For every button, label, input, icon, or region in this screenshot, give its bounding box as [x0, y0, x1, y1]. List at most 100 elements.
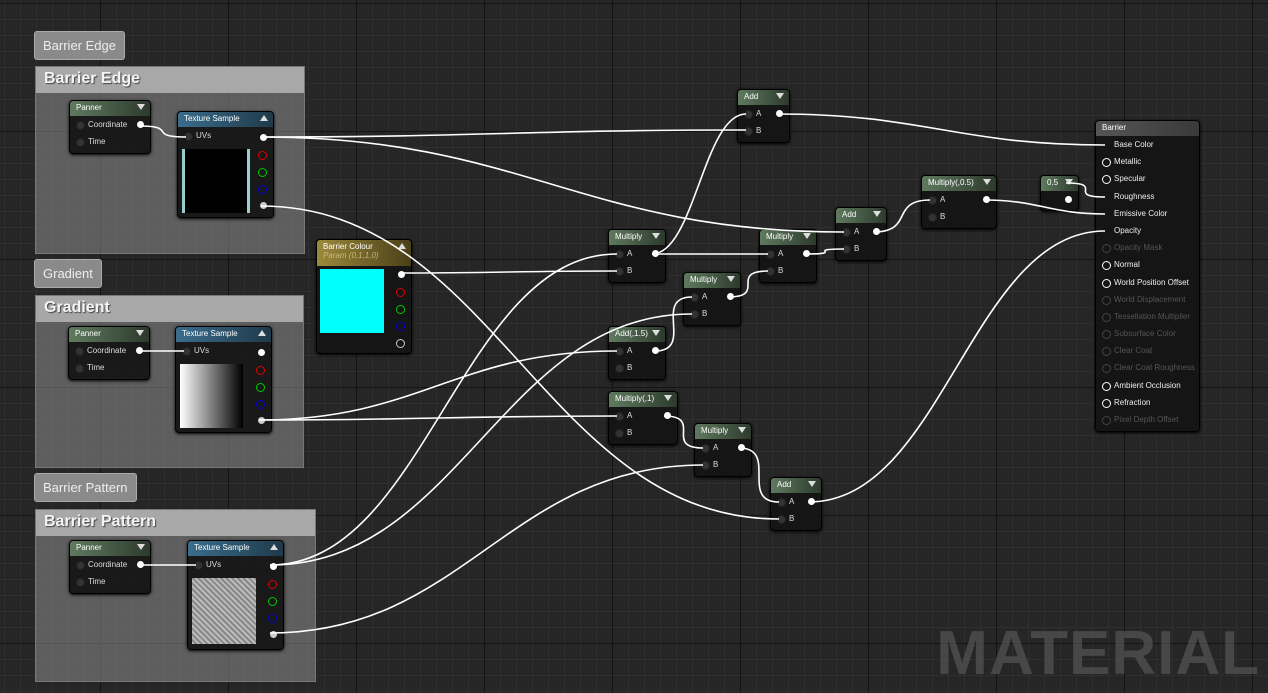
collapse-icon[interactable] [652, 330, 660, 336]
input-pin-b[interactable] [615, 267, 624, 276]
output-pin[interactable] [256, 400, 265, 409]
comment-bubble-gradient[interactable]: Gradient [34, 259, 102, 288]
wire[interactable] [260, 129, 747, 138]
collapse-icon[interactable] [1065, 179, 1073, 185]
material-input[interactable]: Roughness [1096, 188, 1199, 205]
input-pin-a[interactable] [615, 347, 624, 356]
material-input[interactable]: Refraction [1096, 394, 1199, 411]
collapse-icon[interactable] [727, 276, 735, 282]
input-pin-b[interactable] [615, 364, 624, 373]
output-pin[interactable] [652, 347, 659, 354]
input-pin-a[interactable] [766, 250, 775, 259]
collapse-icon[interactable] [258, 330, 266, 336]
output-pin[interactable] [258, 185, 267, 194]
multiply-node[interactable]: Multiply A B [683, 272, 741, 326]
collapse-icon[interactable] [652, 233, 660, 239]
wire[interactable] [260, 136, 845, 233]
input-pin-a[interactable] [615, 412, 624, 421]
collapse-icon[interactable] [983, 179, 991, 185]
material-input[interactable]: Pixel Depth Offset [1096, 411, 1199, 428]
output-pin[interactable] [396, 288, 405, 297]
output-pin[interactable] [738, 444, 745, 451]
output-pin[interactable] [258, 151, 267, 160]
collapse-icon[interactable] [738, 427, 746, 433]
collapse-icon[interactable] [270, 544, 278, 550]
output-pin[interactable] [803, 250, 810, 257]
material-input[interactable]: World Displacement [1096, 291, 1199, 308]
output-pin[interactable] [260, 202, 267, 209]
comment-bubble-barrier-edge[interactable]: Barrier Edge [34, 31, 125, 60]
multiply-node[interactable]: Multiply A B [608, 229, 666, 283]
input-pin-a[interactable] [744, 110, 753, 119]
input-pin-a[interactable] [690, 293, 699, 302]
output-pin[interactable] [664, 412, 671, 419]
material-input[interactable]: Metallic [1096, 153, 1199, 170]
barrier-colour-param-node[interactable]: Barrier Colour Param (0,1,1,0) [316, 239, 412, 354]
output-pin[interactable] [776, 110, 783, 117]
material-input[interactable]: Clear Coat Roughness [1096, 359, 1199, 376]
output-pin[interactable] [268, 614, 277, 623]
collapse-icon[interactable] [664, 395, 672, 401]
constant-node[interactable]: 0.5 [1040, 175, 1079, 211]
input-pin-a[interactable] [842, 228, 851, 237]
material-result-node[interactable]: Barrier Base Color Metallic Specular Roughn… [1095, 120, 1200, 432]
output-pin[interactable] [268, 597, 277, 606]
texture-sample-node[interactable]: Texture Sample UVs [175, 326, 272, 433]
input-pin-b[interactable] [744, 127, 753, 136]
wire[interactable] [776, 113, 1106, 146]
input-pin-b[interactable] [766, 267, 775, 276]
collapse-icon[interactable] [808, 481, 816, 487]
output-pin[interactable] [652, 250, 659, 257]
input-pin-b[interactable] [701, 461, 710, 470]
material-input[interactable]: World Position Offset [1096, 274, 1199, 291]
material-input[interactable]: Opacity [1096, 222, 1199, 239]
collapse-icon[interactable] [260, 115, 268, 121]
material-input[interactable]: Ambient Occlusion [1096, 377, 1199, 394]
collapse-icon[interactable] [873, 211, 881, 217]
comment-bubble-barrier-pattern[interactable]: Barrier Pattern [34, 473, 137, 502]
material-input[interactable]: Subsurface Color [1096, 325, 1199, 342]
output-pin[interactable] [727, 293, 734, 300]
material-input[interactable]: Specular [1096, 170, 1199, 187]
texture-sample-node[interactable]: Texture Sample UVs [187, 540, 284, 650]
collapse-icon[interactable] [136, 330, 144, 336]
mul05-node[interactable]: Multiply(,0.5) A B [921, 175, 997, 229]
collapse-icon[interactable] [398, 243, 406, 249]
material-input[interactable]: Emissive Color [1096, 205, 1199, 222]
output-pin[interactable] [396, 339, 405, 348]
panner-node[interactable]: Panner Coordinate Time [69, 540, 151, 594]
output-pin[interactable] [270, 631, 277, 638]
wire[interactable] [398, 270, 618, 274]
add-node[interactable]: Add A B [770, 477, 822, 531]
input-pin-b[interactable] [777, 515, 786, 524]
input-pin-b[interactable] [928, 213, 937, 222]
input-pin-a[interactable] [615, 250, 624, 259]
multiply-node[interactable]: Multiply A B [759, 229, 817, 283]
add-node[interactable]: Add A B [737, 89, 790, 143]
input-pin-a[interactable] [777, 498, 786, 507]
panner-node[interactable]: Panner Coordinate Time [69, 100, 151, 154]
output-pin[interactable] [268, 580, 277, 589]
multiply-node[interactable]: Multiply A B [694, 423, 752, 477]
output-pin[interactable] [808, 498, 815, 505]
output-pin[interactable] [873, 228, 880, 235]
output-pin[interactable] [396, 305, 405, 314]
wire[interactable] [258, 415, 618, 421]
texture-sample-node[interactable]: Texture Sample UVs [177, 111, 274, 218]
wire[interactable] [651, 113, 747, 255]
mul1-node[interactable]: Multiply(,1) A B [608, 391, 678, 445]
input-pin-a[interactable] [928, 196, 937, 205]
output-pin[interactable] [256, 366, 265, 375]
collapse-icon[interactable] [803, 233, 811, 239]
collapse-icon[interactable] [776, 93, 784, 99]
output-pin[interactable] [398, 271, 405, 278]
output-pin[interactable] [258, 349, 265, 356]
input-pin-b[interactable] [615, 429, 624, 438]
input-pin-b[interactable] [842, 245, 851, 254]
output-pin[interactable] [256, 383, 265, 392]
input-pin-b[interactable] [690, 310, 699, 319]
output-pin[interactable] [137, 121, 144, 128]
collapse-icon[interactable] [137, 104, 145, 110]
panner-node[interactable]: Panner Coordinate Time [68, 326, 150, 380]
output-pin[interactable] [983, 196, 990, 203]
